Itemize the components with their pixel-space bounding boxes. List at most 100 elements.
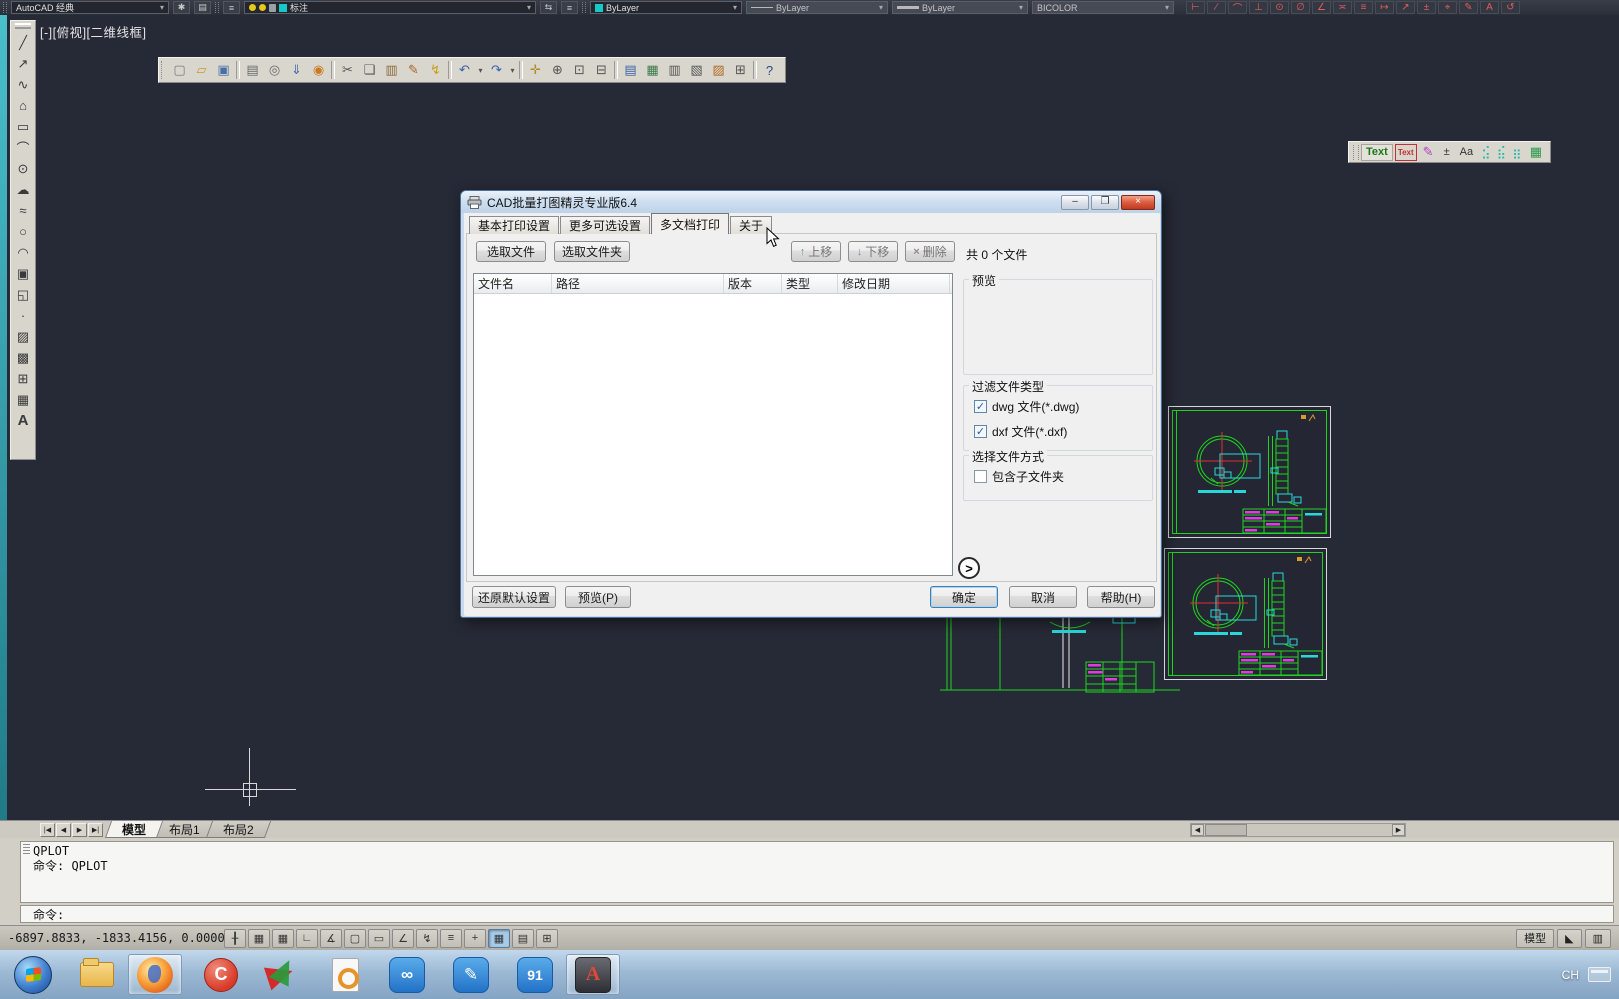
quickcalc-icon[interactable]: ⊞ xyxy=(730,60,751,80)
sheet-set-manager-icon[interactable]: ▧ xyxy=(686,60,707,80)
linear-dimension-icon[interactable]: ⊢ xyxy=(1186,1,1205,14)
undo-icon[interactable]: ↶ xyxy=(454,60,475,80)
toolbar-separator[interactable] xyxy=(519,61,523,79)
ordinate-icon[interactable]: ⊥ xyxy=(1249,1,1268,14)
keyboard-icon[interactable] xyxy=(1588,967,1611,982)
text-tool-icon[interactable]: A xyxy=(12,410,34,431)
save-icon[interactable]: ▣ xyxy=(213,60,234,80)
workspace-dropdown[interactable]: AutoCAD 经典 ▾ xyxy=(11,1,169,14)
quickview-layouts-button[interactable]: ▥ xyxy=(1585,929,1611,948)
ok-button[interactable]: 确定 xyxy=(930,586,998,608)
qnew-icon[interactable]: ▢ xyxy=(169,60,190,80)
horizontal-scrollbar[interactable]: ◀ ▶ xyxy=(1190,823,1406,837)
publish-icon[interactable]: ⇓ xyxy=(286,60,307,80)
point-tool-icon[interactable]: · xyxy=(12,305,34,326)
restore-defaults-button[interactable]: 还原默认设置 xyxy=(472,586,556,608)
maximize-button[interactable]: ❐ xyxy=(1091,195,1119,210)
toolbar-separator[interactable] xyxy=(236,61,240,79)
toolbar-grip[interactable] xyxy=(15,23,31,29)
markup-set-manager-icon[interactable]: ▨ xyxy=(708,60,729,80)
start-button[interactable] xyxy=(6,954,60,995)
paste-icon[interactable]: ▥ xyxy=(381,60,402,80)
layer-dropdown[interactable]: 标注 ▾ xyxy=(244,1,536,14)
preview-button[interactable]: 预览(P) xyxy=(565,586,631,608)
layer-states-button[interactable]: ⇆ xyxy=(540,1,557,14)
toolbar-separator[interactable] xyxy=(753,61,757,79)
lineweight-dropdown[interactable]: ByLayer ▾ xyxy=(892,1,1028,14)
command-input[interactable]: 命令: xyxy=(20,905,1614,923)
layer-lock-icon[interactable] xyxy=(269,4,276,12)
revision-cloud-tool-icon[interactable]: ☁ xyxy=(12,179,34,200)
toolbar-separator[interactable] xyxy=(614,61,618,79)
toolbar-grip[interactable] xyxy=(582,2,586,13)
pan-icon[interactable]: ✛ xyxy=(525,60,546,80)
justify-center-icon[interactable]: ⣮ xyxy=(1495,144,1509,161)
plot-preview-icon[interactable]: ◎ xyxy=(264,60,285,80)
polar-toggle[interactable]: ∡ xyxy=(320,929,342,948)
select-file-button[interactable]: 选取文件 xyxy=(476,241,546,262)
color-dropdown[interactable]: ByLayer ▾ xyxy=(590,1,742,14)
taskbar-autocad-button[interactable]: A xyxy=(566,954,620,995)
diameter-icon[interactable]: ∅ xyxy=(1291,1,1310,14)
minimize-button[interactable]: – xyxy=(1061,195,1089,210)
ortho-toggle[interactable]: ∟ xyxy=(296,929,318,948)
copy-icon[interactable]: ❏ xyxy=(359,60,380,80)
undo-dropdown-icon[interactable]: ▾ xyxy=(476,60,485,80)
block-editor-icon[interactable]: ↯ xyxy=(425,60,446,80)
layer-on-bulb-icon[interactable] xyxy=(249,4,256,11)
next-tab-button[interactable]: ▶ xyxy=(72,823,87,837)
lwt-toggle[interactable]: ≡ xyxy=(440,929,462,948)
insert-block-tool-icon[interactable]: ▣ xyxy=(12,263,34,284)
cancel-button[interactable]: 取消 xyxy=(1009,586,1077,608)
expand-button[interactable]: > xyxy=(958,557,980,579)
dimstyle-dropdown[interactable]: BICOLOR ▾ xyxy=(1032,1,1174,14)
osnap-toggle[interactable]: ▢ xyxy=(344,929,366,948)
layer-freeze-sun-icon[interactable] xyxy=(259,4,266,11)
cut-icon[interactable]: ✂ xyxy=(337,60,358,80)
radius-icon[interactable]: ⊙ xyxy=(1270,1,1289,14)
column-header-modified-date[interactable]: 修改日期 xyxy=(838,274,950,293)
line-tool-icon[interactable]: ╱ xyxy=(12,32,34,53)
zoom-realtime-icon[interactable]: ⊕ xyxy=(547,60,568,80)
grid-display-toggle[interactable]: ▦ xyxy=(272,929,294,948)
scroll-right-button[interactable]: ▶ xyxy=(1392,824,1405,836)
prev-tab-button[interactable]: ◀ xyxy=(56,823,71,837)
continue-icon[interactable]: ↦ xyxy=(1375,1,1394,14)
linetype-dropdown[interactable]: ByLayer ▾ xyxy=(746,1,888,14)
layer-properties-button[interactable]: ≡ xyxy=(223,1,240,14)
toolbar-grip[interactable] xyxy=(215,2,219,13)
edit-text-icon[interactable]: ✎ xyxy=(1419,144,1438,161)
checkbox[interactable] xyxy=(974,425,987,438)
checkbox[interactable] xyxy=(974,470,987,483)
toolbar-grip[interactable] xyxy=(3,2,7,13)
command-window-grip[interactable] xyxy=(23,844,30,856)
stack-text-icon[interactable]: ± xyxy=(1440,144,1454,161)
spline-tool-icon[interactable]: ≈ xyxy=(12,200,34,221)
column-header-type[interactable]: 类型 xyxy=(782,274,838,293)
taskbar-explorer-button[interactable] xyxy=(70,954,124,995)
table-tool-icon[interactable]: ▦ xyxy=(12,389,34,410)
ducs-toggle[interactable]: ∠ xyxy=(392,929,414,948)
aligned-dimension-icon[interactable]: ∕ xyxy=(1207,1,1226,14)
zoom-previous-icon[interactable]: ⊟ xyxy=(591,60,612,80)
checkbox[interactable] xyxy=(974,400,987,413)
tab-more-options[interactable]: 更多可选设置 xyxy=(560,216,650,234)
dim-text-edit-icon[interactable]: A xyxy=(1480,1,1499,14)
scroll-left-button[interactable]: ◀ xyxy=(1191,824,1204,836)
zoom-window-icon[interactable]: ⊡ xyxy=(569,60,590,80)
layer-previous-button[interactable]: ≡ xyxy=(561,1,578,14)
dot-grid-icon[interactable]: ▦ xyxy=(1526,144,1546,161)
plot-icon[interactable]: ▤ xyxy=(242,60,263,80)
selection-toggle[interactable]: ▦ xyxy=(488,929,510,948)
open-icon[interactable]: ▱ xyxy=(191,60,212,80)
make-block-tool-icon[interactable]: ◱ xyxy=(12,284,34,305)
dialog-title-bar[interactable]: CAD批量打图精灵专业版6.4 – ❐ × xyxy=(461,191,1161,213)
model-tab[interactable]: 模型 xyxy=(105,821,163,838)
3d-dwf-icon[interactable]: ◉ xyxy=(308,60,329,80)
column-header-version[interactable]: 版本 xyxy=(724,274,782,293)
gradient-tool-icon[interactable]: ▩ xyxy=(12,347,34,368)
command-history[interactable]: QPLOT 命令: QPLOT xyxy=(20,841,1614,903)
taskbar-notes-button[interactable]: ✎ xyxy=(444,954,498,995)
select-folder-button[interactable]: 选取文件夹 xyxy=(554,241,630,262)
toolbar-grip[interactable] xyxy=(161,61,165,79)
